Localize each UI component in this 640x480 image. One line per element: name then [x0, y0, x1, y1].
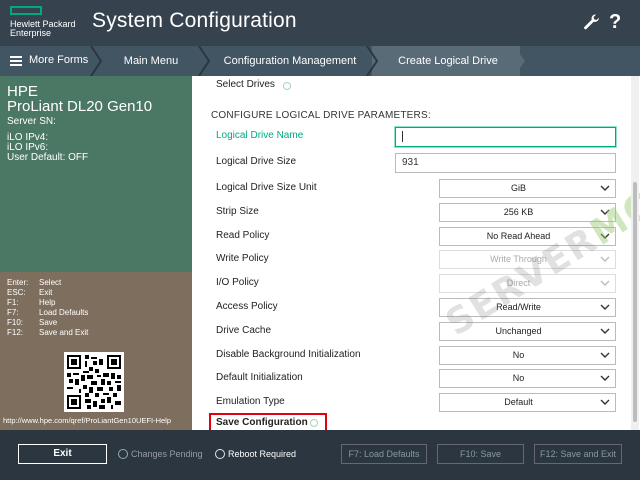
chevron-down-icon: [600, 328, 610, 334]
select-value: GiB: [510, 183, 526, 193]
server-info-panel: HPE ProLiant DL20 Gen10 Server SN: iLO I…: [0, 76, 192, 272]
user-default: User Default: OFF: [7, 152, 89, 163]
more-forms-button[interactable]: More Forms: [0, 46, 96, 76]
select-value: No: [512, 373, 525, 383]
form-panel: Select Drives CONFIGURE LOGICAL DRIVE PA…: [192, 76, 640, 430]
hotkey-row: F1: Help: [7, 298, 56, 307]
chevron-down-icon: [600, 304, 610, 310]
breadcrumb-create-logical-drive: Create Logical Drive: [398, 55, 498, 67]
server-serial: Server SN:: [7, 116, 56, 127]
logical-drive-name-label: Logical Drive Name: [216, 130, 304, 141]
chevron-down-icon: [600, 256, 610, 262]
reboot-required-label: Reboot Required: [228, 449, 297, 459]
access-policy-select[interactable]: Read/Write: [439, 298, 616, 317]
hotkey-row: F7: Load Defaults: [7, 308, 89, 317]
server-model: ProLiant DL20 Gen10: [7, 98, 153, 115]
emulation-type-label: Emulation Type: [216, 396, 285, 407]
write-policy-label: Write Policy: [216, 253, 269, 264]
reboot-required-indicator: [215, 449, 225, 459]
chevron-down-icon: [600, 352, 610, 358]
breadcrumb-main-menu[interactable]: Main Menu: [102, 46, 200, 76]
emulation-type-select[interactable]: Default: [439, 393, 616, 412]
footer-bar: Exit Changes Pending Reboot Required F7:…: [0, 430, 640, 480]
access-policy-label: Access Policy: [216, 301, 278, 312]
hamburger-icon: [10, 56, 22, 66]
select-value: Default: [504, 397, 533, 407]
more-forms-label: More Forms: [29, 54, 89, 66]
header-bar: Hewlett Packard Enterprise System Config…: [0, 0, 640, 46]
disable-background-initialization-select[interactable]: No: [439, 346, 616, 365]
help-icon[interactable]: ?: [609, 11, 627, 33]
save-configuration-button[interactable]: Save Configuration: [216, 417, 308, 428]
status-dot-icon: [310, 419, 318, 427]
hotkey-row: ESC: Exit: [7, 288, 53, 297]
chevron-right-icon: [198, 46, 210, 76]
chevron-right-icon: [90, 46, 102, 76]
chevron-right-icon: [366, 46, 378, 76]
qr-code: [64, 352, 124, 412]
i-o-policy-select: Direct: [439, 274, 616, 293]
hotkeys-panel: Enter: Select ESC: Exit F1: Help F7: Load De…: [0, 272, 192, 430]
select-value: Write Through: [490, 254, 547, 264]
logical-drive-size-unit-select[interactable]: GiB: [439, 179, 616, 198]
default-initialization-label: Default Initialization: [216, 372, 303, 383]
save-button[interactable]: F10: Save: [437, 444, 524, 464]
save-and-exit-button[interactable]: F12: Save and Exit: [534, 444, 622, 464]
select-value: Unchanged: [495, 326, 542, 336]
hotkey-row: F10: Save: [7, 318, 58, 327]
help-url-link[interactable]: http://www.hpe.com/qref/ProLiantGen10UEF…: [3, 416, 171, 425]
text-caret: [402, 130, 403, 142]
exit-button[interactable]: Exit: [18, 444, 107, 464]
chevron-right-icon: [514, 46, 525, 76]
chevron-down-icon: [600, 185, 610, 191]
chevron-down-icon: [600, 209, 610, 215]
changes-pending-label: Changes Pending: [131, 449, 203, 459]
logical-drive-size-unit-label: Logical Drive Size Unit: [216, 182, 317, 193]
disable-background-initialization-label: Disable Background Initialization: [216, 349, 361, 360]
logo-line2: Enterprise: [10, 28, 52, 38]
select-value: No Read Ahead: [486, 231, 551, 241]
select-value: No: [512, 350, 525, 360]
read-policy-label: Read Policy: [216, 230, 270, 241]
select-drives-link[interactable]: Select Drives: [216, 79, 275, 90]
changes-pending-indicator: [118, 449, 128, 459]
server-vendor: HPE: [7, 83, 38, 100]
logical-drive-size-label: Logical Drive Size: [216, 156, 297, 167]
logical-drive-size-input[interactable]: 931: [395, 153, 616, 173]
status-dot-icon: [283, 82, 291, 90]
breadcrumb: More Forms Main Menu Configuration Manag…: [0, 46, 640, 76]
hpe-logo: Hewlett Packard Enterprise: [10, 6, 80, 40]
chevron-down-icon: [600, 399, 610, 405]
breadcrumb-configuration-management[interactable]: Configuration Management: [210, 46, 370, 76]
hotkey-row: F12: Save and Exit: [7, 328, 89, 337]
select-value: Read/Write: [496, 302, 541, 312]
chevron-down-icon: [600, 280, 610, 286]
scrollbar-thumb[interactable]: [633, 182, 637, 422]
select-value: 256 KB: [503, 207, 534, 217]
drive-cache-select[interactable]: Unchanged: [439, 322, 616, 341]
i-o-policy-label: I/O Policy: [216, 277, 259, 288]
write-policy-select: Write Through: [439, 250, 616, 269]
wrench-icon[interactable]: [583, 13, 601, 31]
drive-cache-label: Drive Cache: [216, 325, 272, 336]
section-title: CONFIGURE LOGICAL DRIVE PARAMETERS:: [211, 110, 431, 121]
chevron-down-icon: [600, 233, 610, 239]
page-title: System Configuration: [92, 9, 297, 32]
default-initialization-select[interactable]: No: [439, 369, 616, 388]
strip-size-label: Strip Size: [216, 206, 259, 217]
load-defaults-button[interactable]: F7: Load Defaults: [341, 444, 427, 464]
chevron-down-icon: [600, 375, 610, 381]
hpe-logo-mark: [10, 6, 42, 15]
select-value: Direct: [506, 278, 531, 288]
read-policy-select[interactable]: No Read Ahead: [439, 227, 616, 246]
strip-size-select[interactable]: 256 KB: [439, 203, 616, 222]
logical-drive-name-input[interactable]: [395, 127, 616, 147]
hotkey-row: Enter: Select: [7, 278, 62, 287]
